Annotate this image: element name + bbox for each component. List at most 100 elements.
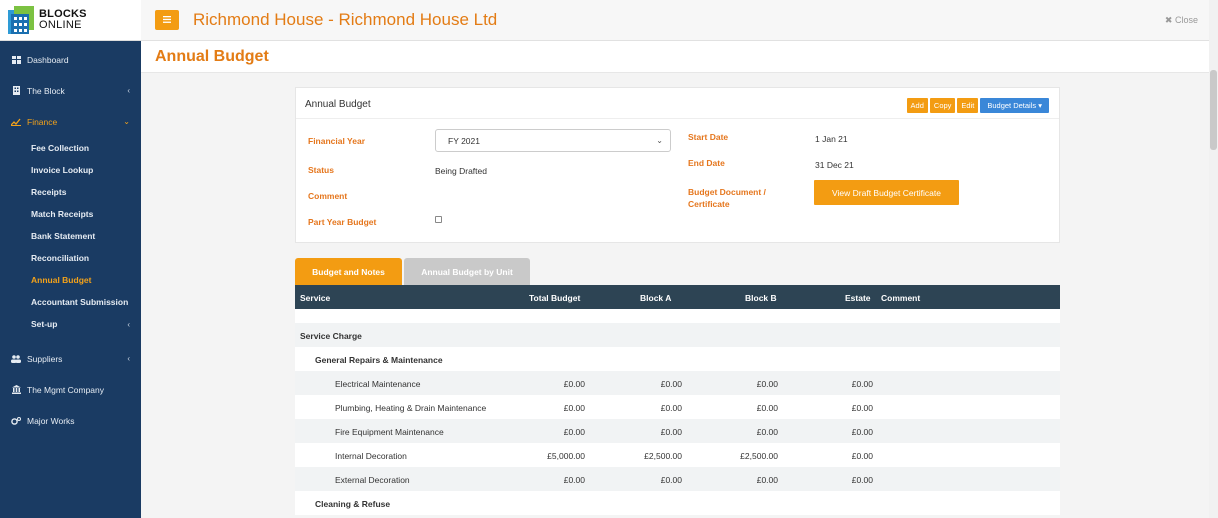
block-a-cell: £0.00 <box>660 475 682 485</box>
estate-cell: £0.00 <box>851 451 873 461</box>
service-cell: Plumbing, Heating & Drain Maintenance <box>335 403 487 413</box>
cogs-icon <box>11 416 21 425</box>
block-a-cell: £0.00 <box>660 379 682 389</box>
service-cell: External Decoration <box>335 475 410 485</box>
group-row: Cleaning & Refuse <box>295 491 1060 515</box>
sidebar-item-finance[interactable]: Finance ⌄ <box>0 106 141 137</box>
sidebar-item-label: Dashboard <box>27 54 69 65</box>
financial-year-label: Financial Year <box>308 136 366 146</box>
sidebar-item-set-up[interactable]: Set-up ‹ <box>0 313 141 335</box>
sidebar-item-receipts[interactable]: Receipts <box>0 181 141 203</box>
hamburger-icon <box>163 14 171 26</box>
page-title: Annual Budget <box>155 48 269 65</box>
total-cell: £5,000.00 <box>547 451 585 461</box>
group-label: General Repairs & Maintenance <box>315 355 443 365</box>
budget-table-header: Service Total Budget Block A Block B Est… <box>295 285 1060 309</box>
sidebar-item-suppliers[interactable]: Suppliers ‹ <box>0 343 141 374</box>
sidebar-item-reconciliation[interactable]: Reconciliation <box>0 247 141 269</box>
budget-table-body: Service Charge General Repairs & Mainten… <box>295 309 1060 515</box>
annual-budget-card: Annual Budget Add Copy Edit Budget Detai… <box>295 87 1060 243</box>
sidebar-item-match-receipts[interactable]: Match Receipts <box>0 203 141 225</box>
copy-button[interactable]: Copy <box>929 98 956 113</box>
header-title: Richmond House - Richmond House Ltd <box>193 10 498 29</box>
table-row[interactable]: Plumbing, Heating & Drain Maintenance £0… <box>295 395 1060 419</box>
end-date-value: 31 Dec 21 <box>815 160 854 170</box>
tab-annual-budget-by-unit[interactable]: Annual Budget by Unit <box>404 258 530 285</box>
sidebar-item-label: The Block <box>27 85 65 96</box>
col-block-b: Block B <box>745 293 777 303</box>
start-date-label: Start Date <box>688 132 729 142</box>
col-service: Service <box>300 293 331 303</box>
col-comment: Comment <box>881 293 921 303</box>
end-date-label: End Date <box>688 158 725 168</box>
blocks-logo-icon <box>6 4 36 36</box>
chevron-down-icon: ⌄ <box>656 136 663 145</box>
close-button[interactable]: ✖ Close <box>1165 15 1198 26</box>
card-title: Annual Budget <box>305 99 371 110</box>
spacer-row <box>295 309 1060 323</box>
block-a-cell: £0.00 <box>660 427 682 437</box>
status-label: Status <box>308 165 334 175</box>
sidebar-item-dashboard[interactable]: Dashboard <box>0 44 141 75</box>
group-label: Cleaning & Refuse <box>315 499 391 509</box>
block-b-cell: £2,500.00 <box>740 451 778 461</box>
table-row[interactable]: External Decoration £0.00 £0.00 £0.00 £0… <box>295 467 1060 491</box>
page-header: Annual Budget <box>141 41 1218 73</box>
page-scrollbar[interactable] <box>1209 0 1218 518</box>
logo-text-online: ONLINE <box>39 19 82 31</box>
sidebar-item-bank-statement[interactable]: Bank Statement <box>0 225 141 247</box>
comment-label: Comment <box>308 191 348 201</box>
service-cell: Internal Decoration <box>335 451 407 461</box>
service-cell: Electrical Maintenance <box>335 379 421 389</box>
scrollbar-thumb[interactable] <box>1210 70 1217 150</box>
finance-submenu: Fee Collection Invoice Lookup Receipts M… <box>0 137 141 335</box>
sidebar-item-label: Suppliers <box>27 353 63 364</box>
block-a-cell: £2,500.00 <box>644 451 682 461</box>
total-cell: £0.00 <box>563 475 585 485</box>
financial-year-select[interactable]: FY 2021 ⌄ <box>435 129 671 152</box>
sidebar-item-invoice-lookup[interactable]: Invoice Lookup <box>0 159 141 181</box>
logo[interactable]: BLOCKS ONLINE <box>0 0 141 41</box>
table-row[interactable]: Electrical Maintenance £0.00 £0.00 £0.00… <box>295 371 1060 395</box>
menu-toggle-button[interactable] <box>155 10 179 30</box>
sidebar-item-mgmt-company[interactable]: The Mgmt Company <box>0 374 141 405</box>
part-year-budget-checkbox[interactable] <box>435 216 442 223</box>
sidebar-item-label: Finance <box>27 116 58 127</box>
estate-cell: £0.00 <box>851 379 873 389</box>
sidebar-item-the-block[interactable]: The Block ‹ <box>0 75 141 106</box>
line-chart-icon <box>11 118 21 126</box>
budget-details-dropdown[interactable]: Budget Details ▾ <box>980 98 1049 113</box>
sidebar-item-fee-collection[interactable]: Fee Collection <box>0 137 141 159</box>
col-total-budget: Total Budget <box>529 293 581 303</box>
estate-cell: £0.00 <box>851 403 873 413</box>
block-b-cell: £0.00 <box>756 403 778 413</box>
close-label: Close <box>1174 15 1198 25</box>
sidebar-item-major-works[interactable]: Major Works <box>0 405 141 436</box>
sidebar-item-label: Set-up <box>31 319 58 329</box>
total-cell: £0.00 <box>563 379 585 389</box>
certificate-label: Certificate <box>688 199 730 209</box>
status-value: Being Drafted <box>435 166 487 176</box>
col-estate: Estate <box>845 293 871 303</box>
view-draft-budget-certificate-button[interactable]: View Draft Budget Certificate <box>814 180 959 205</box>
tab-budget-and-notes[interactable]: Budget and Notes <box>295 258 402 285</box>
financial-year-value: FY 2021 <box>448 135 480 146</box>
section-label: Service Charge <box>300 331 362 341</box>
chevron-down-icon: ⌄ <box>123 117 130 126</box>
edit-button[interactable]: Edit <box>957 98 979 113</box>
start-date-value: 1 Jan 21 <box>815 134 848 144</box>
top-bar: Richmond House - Richmond House Ltd ✖ Cl… <box>141 0 1218 41</box>
sidebar-item-label: The Mgmt Company <box>27 384 104 395</box>
total-cell: £0.00 <box>563 427 585 437</box>
chevron-left-icon: ‹ <box>127 319 130 329</box>
sidebar-item-annual-budget[interactable]: Annual Budget <box>0 269 141 291</box>
sidebar-item-accountant-submission[interactable]: Accountant Submission <box>0 291 141 313</box>
table-row[interactable]: Internal Decoration £5,000.00 £2,500.00 … <box>295 443 1060 467</box>
add-button[interactable]: Add <box>906 98 928 113</box>
table-row[interactable]: Fire Equipment Maintenance £0.00 £0.00 £… <box>295 419 1060 443</box>
card-buttons: Add Copy Edit Budget Details ▾ <box>906 98 1049 113</box>
dashboard-icon <box>11 55 21 64</box>
users-icon <box>11 354 21 363</box>
block-b-cell: £0.00 <box>756 427 778 437</box>
estate-cell: £0.00 <box>851 475 873 485</box>
